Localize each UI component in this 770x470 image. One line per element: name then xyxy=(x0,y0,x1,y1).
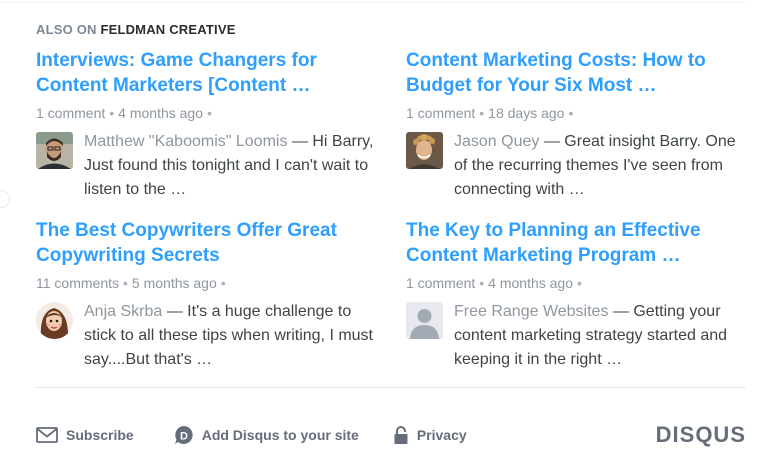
article-title-link[interactable]: Interviews: Game Changers for Content Ma… xyxy=(36,48,366,98)
article-age: 18 days ago xyxy=(488,105,565,121)
comment-snippet: Anja Skrba — It's a huge challenge to st… xyxy=(84,303,373,368)
article-age: 5 months ago xyxy=(131,275,217,291)
article-title-link[interactable]: The Key to Planning an Effective Content… xyxy=(406,218,736,268)
section-header: ALSO ON FELDMAN CREATIVE xyxy=(36,0,746,48)
recommendation-card: The Best Copywriters Offer Great Copywri… xyxy=(36,218,406,388)
comment-author[interactable]: Matthew "Kaboomis" Loomis xyxy=(84,133,287,150)
article-meta: 1 comment • 4 months ago • xyxy=(406,275,582,291)
comment-snippet: Matthew "Kaboomis" Loomis — Hi Barry, Ju… xyxy=(84,133,374,198)
disqus-d-icon: D xyxy=(174,425,194,445)
comment-snippet: Jason Quey — Great insight Barry. One of… xyxy=(454,133,736,198)
disqus-logo[interactable]: DISQUS xyxy=(656,422,746,448)
recommendation-card: Interviews: Game Changers for Content Ma… xyxy=(36,48,406,218)
widget-footer: Subscribe D Add Disqus to your site Priv… xyxy=(36,420,746,450)
article-meta: 11 comments • 5 months ago • xyxy=(36,275,226,291)
comment-count[interactable]: 1 comment xyxy=(406,275,475,291)
comment-snippet: Free Range Websites — Getting your conte… xyxy=(454,303,728,368)
comment-count[interactable]: 11 comments xyxy=(36,275,119,291)
privacy-link[interactable]: Privacy xyxy=(393,425,467,445)
comment-count[interactable]: 1 comment xyxy=(36,105,105,121)
top-comment: Matthew "Kaboomis" Loomis — Hi Barry, Ju… xyxy=(36,130,406,202)
top-comment: Anja Skrba — It's a huge challenge to st… xyxy=(36,300,406,372)
header-prefix: ALSO ON xyxy=(36,22,97,37)
article-meta: 1 comment • 18 days ago • xyxy=(406,105,574,121)
comment-author[interactable]: Anja Skrba xyxy=(84,303,162,320)
recommendation-card: The Key to Planning an Effective Content… xyxy=(406,218,746,388)
article-title-link[interactable]: The Best Copywriters Offer Great Copywri… xyxy=(36,218,366,268)
recommendations-grid: Interviews: Game Changers for Content Ma… xyxy=(36,48,746,388)
lock-icon xyxy=(393,425,409,445)
woman-illustration-avatar[interactable] xyxy=(36,302,73,339)
top-comment: Free Range Websites — Getting your conte… xyxy=(406,300,746,372)
subscribe-link[interactable]: Subscribe xyxy=(36,427,134,443)
privacy-label: Privacy xyxy=(416,427,467,443)
top-divider xyxy=(0,2,746,3)
man-with-beard-avatar[interactable] xyxy=(36,132,73,169)
add-disqus-link[interactable]: D Add Disqus to your site xyxy=(174,425,359,445)
article-title-link[interactable]: Content Marketing Costs: How to Budget f… xyxy=(406,48,736,98)
comment-count[interactable]: 1 comment xyxy=(406,105,475,121)
side-decoration xyxy=(0,190,10,208)
comment-author[interactable]: Jason Quey xyxy=(454,133,539,150)
article-meta: 1 comment • 4 months ago • xyxy=(36,105,212,121)
top-comment: Jason Quey — Great insight Barry. One of… xyxy=(406,130,746,202)
default-user-avatar[interactable] xyxy=(406,302,443,339)
header-brand[interactable]: FELDMAN CREATIVE xyxy=(100,22,235,37)
envelope-icon xyxy=(36,427,58,443)
subscribe-label: Subscribe xyxy=(66,427,134,443)
comment-author[interactable]: Free Range Websites xyxy=(454,303,608,320)
footer-divider xyxy=(36,387,746,388)
add-disqus-label: Add Disqus to your site xyxy=(201,427,359,443)
article-age: 4 months ago xyxy=(118,105,203,121)
article-age: 4 months ago xyxy=(488,275,573,291)
recommendation-card: Content Marketing Costs: How to Budget f… xyxy=(406,48,746,218)
svg-text:D: D xyxy=(180,431,188,443)
man-curly-hair-avatar[interactable] xyxy=(406,132,443,169)
disqus-recommendations-widget: ALSO ON FELDMAN CREATIVE Interviews: Gam… xyxy=(0,0,770,470)
